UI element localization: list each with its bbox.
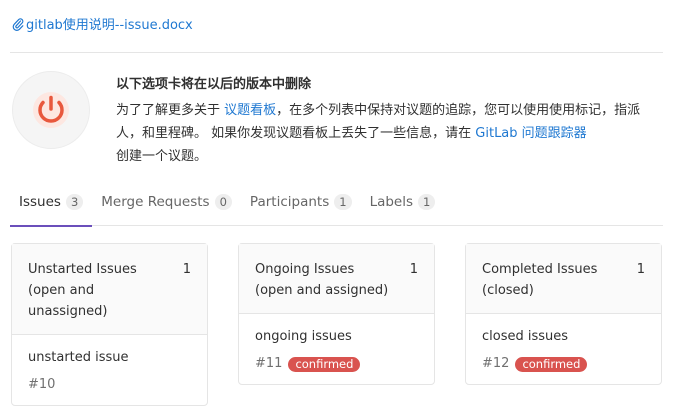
tab-merge-requests[interactable]: Merge Requests 0: [92, 178, 241, 226]
issue-meta: #12 confirmed: [482, 354, 645, 374]
tab-label: Issues: [19, 194, 61, 210]
divider: [10, 52, 663, 53]
issue-meta: #10: [28, 375, 191, 395]
tab-label: Participants: [249, 194, 330, 210]
column-header: Unstarted Issues (open and unassigned) 1: [12, 244, 207, 335]
column-count: 1: [182, 262, 191, 277]
tab-issues[interactable]: Issues 3: [10, 178, 93, 227]
tab-label: Labels: [369, 194, 414, 210]
issue-meta: #11 confirmed: [255, 354, 418, 374]
issue-ref: #10: [28, 377, 56, 392]
column-title: Ongoing Issues (open and assigned): [255, 262, 389, 298]
attachment-filename[interactable]: gitlab使用说明--issue.docx: [26, 14, 193, 33]
issue-column-unstarted: Unstarted Issues (open and unassigned) 1…: [11, 243, 208, 406]
tab-count-badge: 3: [65, 194, 84, 210]
banner-text: 创建一个议题。: [116, 149, 208, 164]
tab-count-badge: 1: [334, 194, 352, 210]
column-header: Completed Issues (closed) 1: [466, 244, 661, 314]
tab-bar: Issues 3 Merge Requests 0 Participants 1…: [10, 178, 663, 227]
banner-text: 为了了解更多关于: [116, 103, 221, 118]
column-count: 1: [409, 262, 418, 277]
label-confirmed[interactable]: confirmed: [288, 356, 361, 372]
issue-boards-link[interactable]: 议题看板: [224, 103, 276, 118]
issue-title[interactable]: closed issues: [482, 326, 645, 348]
banner-message: 为了了解更多关于 议题看板，在多个列表中保持对议题的追踪，您可以使用使用标记，指…: [116, 99, 656, 168]
issue-title[interactable]: ongoing issues: [255, 326, 418, 348]
tab-labels[interactable]: Labels 1: [361, 178, 445, 226]
tab-label: Merge Requests: [101, 194, 210, 210]
power-icon: [12, 71, 90, 149]
gitlab-tracker-link[interactable]: GitLab 问题跟踪器: [475, 126, 586, 141]
issue-title[interactable]: unstarted issue: [28, 347, 191, 369]
paperclip-icon: [12, 17, 24, 31]
issue-card[interactable]: unstarted issue #10: [12, 335, 207, 405]
tab-count-badge: 1: [418, 194, 436, 210]
column-header: Ongoing Issues (open and assigned) 1: [239, 244, 434, 314]
label-confirmed[interactable]: confirmed: [515, 356, 588, 372]
issue-card[interactable]: closed issues #12 confirmed: [466, 314, 661, 384]
banner-title: 以下选项卡将在以后的版本中删除: [116, 77, 312, 92]
issue-ref: #12: [482, 356, 510, 371]
attachment-link[interactable]: gitlab使用说明--issue.docx: [12, 14, 193, 33]
issue-ref: #11: [255, 356, 283, 371]
column-count: 1: [636, 262, 645, 277]
tab-participants[interactable]: Participants 1: [241, 178, 361, 226]
tab-count-badge: 0: [214, 194, 232, 210]
column-title: Unstarted Issues (open and unassigned): [28, 262, 137, 319]
column-title: Completed Issues (closed): [482, 262, 598, 298]
issue-card[interactable]: ongoing issues #11 confirmed: [239, 314, 434, 384]
issue-column-ongoing: Ongoing Issues (open and assigned) 1 ong…: [238, 243, 435, 385]
issue-column-completed: Completed Issues (closed) 1 closed issue…: [465, 243, 662, 385]
